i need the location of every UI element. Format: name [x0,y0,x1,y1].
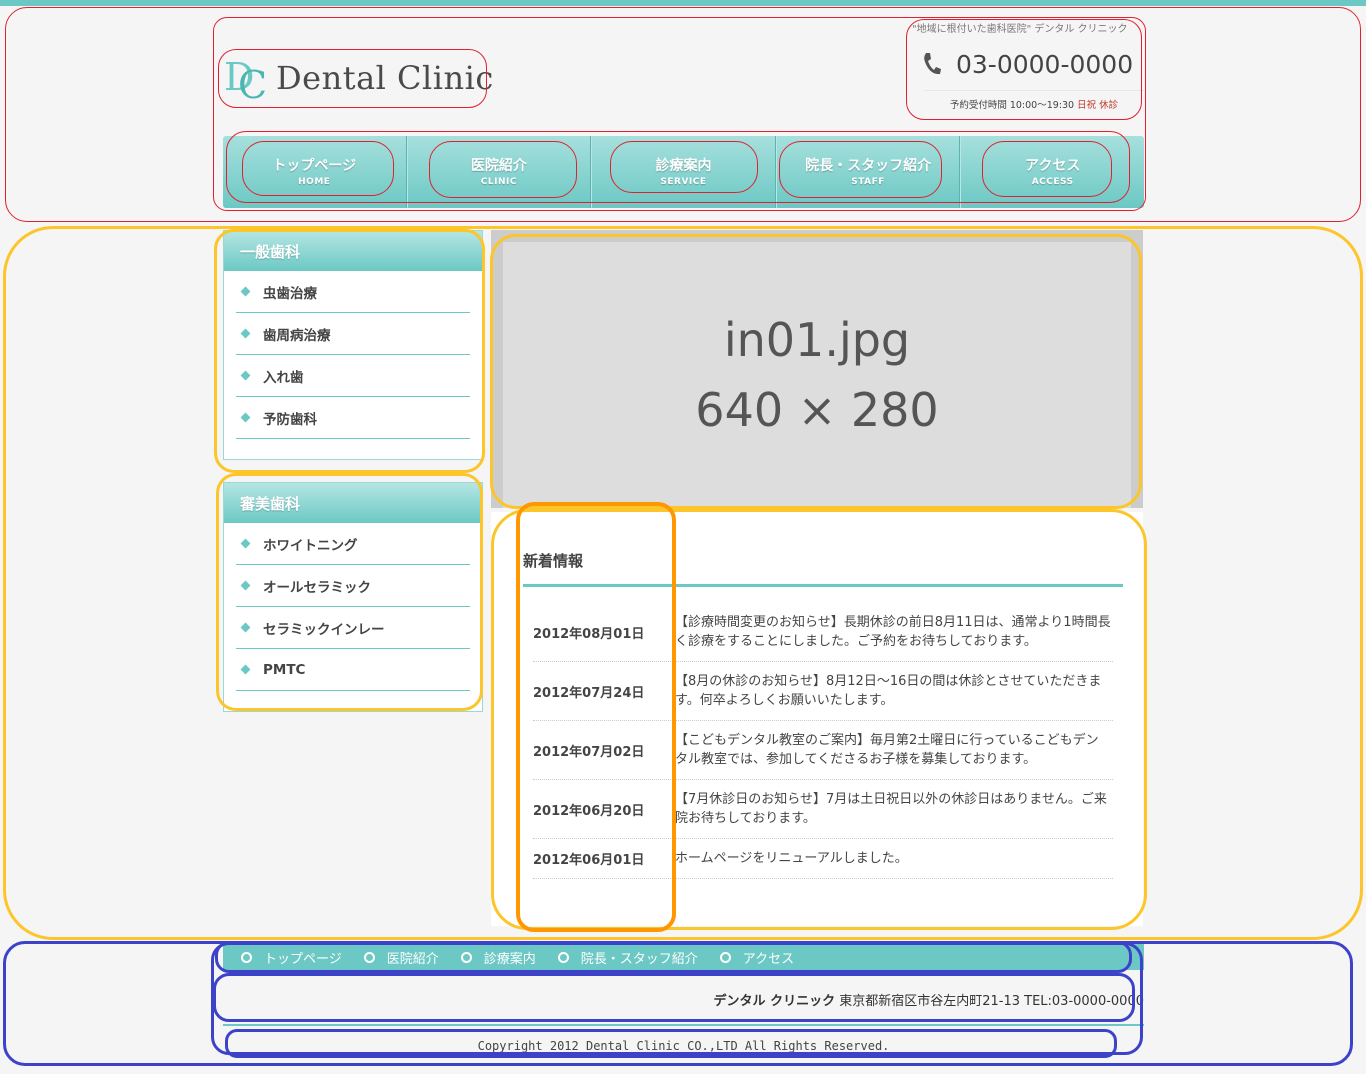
news-date: 2012年08月01日 [533,626,645,642]
phone-block: 03-0000-0000 [922,50,1133,79]
circle-bullet-icon [460,951,472,963]
news-item: 2012年07月02日 【こどもデンタル教室のご案内】毎月第2土曜日に行っている… [533,721,1113,780]
sidebar-item-ceramic-inlay[interactable]: セラミックインレー [236,607,470,649]
footer-link-clinic[interactable]: 医院紹介 [363,948,439,967]
footer-link-home[interactable]: トップページ [241,948,342,967]
logo-mark-c: C [238,63,268,107]
sidebar-item-label: 虫歯治療 [263,285,317,302]
nav-clinic[interactable]: 医院紹介 CLINIC [406,136,592,208]
sidebar-general-dentistry: 一般歯科 虫歯治療 歯周病治療 入れ歯 予防歯科 [223,230,483,460]
news-section: 新着情報 2012年08月01日 【診療時間変更のお知らせ】長期休診の前日8月1… [491,512,1143,926]
logo-text: Dental Clinic [276,59,494,97]
image-placeholder: in01.jpg 640 × 280 [503,242,1131,508]
logo-mark: D C [224,56,268,104]
nav-label: アクセス [1025,158,1081,174]
top-accent-bar [0,0,1366,6]
diamond-bullet-icon [240,622,251,633]
sidebar-item-periodontal[interactable]: 歯周病治療 [236,313,470,355]
sidebar-cosmetic-dentistry: 審美歯科 ホワイトニング オールセラミック セラミックインレー PMTC [223,482,483,712]
footer-nav: トップページ 医院紹介 診療案内 院長・スタッフ紹介 アクセス [223,944,1144,970]
nav-sublabel: SERVICE [660,177,707,187]
footer-address: デンタル クリニック 東京都新宿区市谷左内町21-13 TEL:03-0000-… [223,990,1144,1009]
nav-home[interactable]: トップページ HOME [223,136,407,208]
nav-label: 院長・スタッフ紹介 [805,158,932,174]
sidebar-item-label: オールセラミック [263,579,371,596]
footer-link-label: 医院紹介 [386,951,439,967]
site-logo[interactable]: D C Dental Clinic [224,56,494,104]
circle-bullet-icon [719,951,731,963]
sidebar-item-cavity[interactable]: 虫歯治療 [236,271,470,313]
sidebar-item-label: 歯周病治療 [263,327,331,344]
sidebar-heading: 審美歯科 [224,483,482,523]
nav-sublabel: CLINIC [480,177,517,187]
nav-service[interactable]: 診療案内 SERVICE [591,136,776,208]
news-item: 2012年06月20日 【7月休診日のお知らせ】7月は土日祝日以外の休診日はあり… [533,780,1113,839]
news-text: 【診療時間変更のお知らせ】長期休診の前日8月11日は、通常より1時間長く診療をす… [675,615,1111,649]
news-divider [523,584,1123,587]
news-date: 2012年06月20日 [533,803,645,819]
footer-link-label: 院長・スタッフ紹介 [580,951,698,967]
sidebar-item-label: 予防歯科 [263,411,317,428]
diamond-bullet-icon [240,538,251,549]
news-date: 2012年07月02日 [533,744,645,760]
diamond-bullet-icon [240,286,251,297]
hours-label: 予約受付時間 10:00～19:30 [949,100,1075,111]
footer-link-staff[interactable]: 院長・スタッフ紹介 [557,948,698,967]
sidebar-item-whitening[interactable]: ホワイトニング [236,523,470,565]
diamond-bullet-icon [240,412,251,423]
footer-link-access[interactable]: アクセス [719,948,795,967]
placeholder-dimensions: 640 × 280 [695,383,939,437]
news-item: 2012年08月01日 【診療時間変更のお知らせ】長期休診の前日8月11日は、通… [533,603,1113,662]
nav-staff[interactable]: 院長・スタッフ紹介 STAFF [775,136,961,208]
nav-sublabel: ACCESS [1031,177,1074,187]
nav-label: 診療案内 [655,158,712,174]
global-nav: トップページ HOME 医院紹介 CLINIC 診療案内 SERVICE 院長・… [223,136,1144,208]
sidebar-item-label: ホワイトニング [263,537,358,554]
circle-bullet-icon [363,951,375,963]
news-date: 2012年07月24日 [533,685,645,701]
footer-address-text: 東京都新宿区市谷左内町21-13 TEL:03-0000-0000 [839,994,1144,1009]
sidebar-item-label: PMTC [263,661,306,678]
sidebar-item-preventive[interactable]: 予防歯科 [236,397,470,439]
nav-label: 医院紹介 [470,158,527,174]
nav-access[interactable]: アクセス ACCESS [960,136,1144,208]
news-title: 新着情報 [523,552,584,570]
diamond-bullet-icon [240,664,251,675]
news-item: 2012年07月24日 【8月の休診のお知らせ】8月12日～16日の間は休診とさ… [533,662,1113,721]
news-text: 【8月の休診のお知らせ】8月12日～16日の間は休診とさせていただきます。何卒よ… [675,674,1102,708]
nav-label: トップページ [272,158,357,174]
footer-link-label: トップページ [264,951,342,967]
sidebar-item-dentures[interactable]: 入れ歯 [236,355,470,397]
site-tagline: "地域に根付いた歯科医院" デンタル クリニック [912,24,1128,35]
nav-sublabel: STAFF [851,177,885,187]
news-text: 【こどもデンタル教室のご案内】毎月第2土曜日に行っているこどもデンタル教室では、… [675,733,1099,767]
circle-bullet-icon [557,951,569,963]
footer-link-label: 診療案内 [483,951,536,967]
circle-bullet-icon [241,951,252,963]
reservation-hours: 予約受付時間 10:00～19:30 日祝 休診 [924,90,1144,116]
diamond-bullet-icon [240,328,251,339]
news-text: 【7月休診日のお知らせ】7月は土日祝日以外の休診日はありません。ご来院お待ちして… [675,792,1107,826]
phone-icon [922,52,944,78]
nav-sublabel: HOME [298,177,331,187]
footer-divider [223,1024,1144,1026]
sidebar-item-pmtc[interactable]: PMTC [236,649,470,691]
news-text: ホームページをリニューアルしました。 [675,851,908,866]
news-date: 2012年06月01日 [533,853,645,868]
phone-number: 03-0000-0000 [956,50,1134,79]
diamond-bullet-icon [240,370,251,381]
main-visual: in01.jpg 640 × 280 [491,230,1143,508]
sidebar-item-all-ceramic[interactable]: オールセラミック [236,565,470,607]
footer-link-service[interactable]: 診療案内 [460,948,536,967]
footer-link-label: アクセス [742,951,795,967]
news-item: 2012年06月01日 ホームページをリニューアルしました。 [533,839,1113,879]
sidebar-item-label: 入れ歯 [263,369,304,386]
sidebar-heading: 一般歯科 [224,231,482,271]
footer-clinic-name: デンタル クリニック [713,994,836,1009]
diamond-bullet-icon [240,580,251,591]
closed-days: 日祝 休診 [1077,100,1119,111]
sidebar-item-label: セラミックインレー [263,621,385,638]
placeholder-filename: in01.jpg [723,313,911,367]
copyright: Copyright 2012 Dental Clinic CO.,LTD All… [477,1039,890,1053]
